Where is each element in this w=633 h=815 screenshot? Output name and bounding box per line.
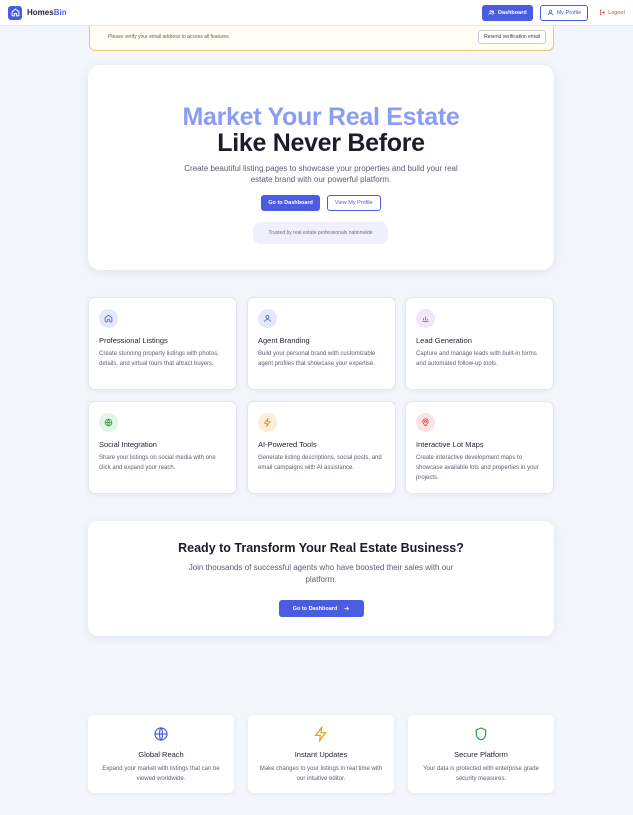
arrow-right-icon <box>344 606 350 611</box>
hero-section: Market Your Real Estate Like Never Befor… <box>88 65 554 270</box>
hero-title-line1: Market Your Real Estate <box>182 103 460 131</box>
feature-description: Build your personal brand with customiza… <box>258 351 376 367</box>
benefit-title: Secure Platform <box>454 750 508 759</box>
globe-icon <box>99 413 118 432</box>
logout-button[interactable]: Logout <box>595 9 625 16</box>
lightning-icon <box>258 413 277 432</box>
feature-card-agent-branding: Agent Branding Build your personal brand… <box>247 297 396 390</box>
brand-logo[interactable]: HomesBin <box>8 5 67 20</box>
cta-button-label: Go to Dashboard <box>292 605 338 612</box>
user-icon <box>547 9 553 16</box>
feature-description: Create interactive development maps to s… <box>416 455 539 481</box>
home-icon <box>99 309 118 328</box>
logout-icon <box>600 9 606 16</box>
globe-icon <box>154 727 168 741</box>
feature-title: Interactive Lot Maps <box>416 440 484 449</box>
dashboard-nav-button[interactable]: Dashboard <box>481 4 533 21</box>
lightning-icon <box>314 726 327 742</box>
my-profile-button[interactable]: My Profile <box>539 4 589 21</box>
feature-description: Share your listings on social media with… <box>99 455 216 471</box>
benefit-title: Global Reach <box>138 750 184 759</box>
feature-title: Lead Generation <box>416 336 472 345</box>
feature-card-lead-generation: Lead Generation Capture and manage leads… <box>405 297 554 390</box>
verification-message: Please verify your email address to acce… <box>108 34 230 40</box>
benefit-card-instant-updates: Instant Updates Make changes to your lis… <box>248 715 394 793</box>
feature-title: Social Integration <box>99 440 157 449</box>
benefit-description: Make changes to your listings in real ti… <box>259 766 383 782</box>
brand-name: HomesBin <box>27 8 67 17</box>
feature-description: Generate listing descriptions, social po… <box>258 455 382 471</box>
trust-badge: Trusted by real estate professionals nat… <box>253 222 388 244</box>
benefit-card-global-reach: Global Reach Expand your market with lis… <box>88 715 234 793</box>
bar-chart-icon <box>416 309 435 328</box>
benefit-description: Expand your market with listings that ca… <box>102 766 220 782</box>
map-pin-icon <box>416 413 435 432</box>
cta-go-to-dashboard-button[interactable]: Go to Dashboard <box>279 600 364 617</box>
feature-card-interactive-lot-maps: Interactive Lot Maps Create interactive … <box>405 401 554 494</box>
resend-verification-button[interactable]: Resend verification email <box>478 30 546 44</box>
benefit-description: Your data is protected with enterprise g… <box>423 766 539 782</box>
benefit-title: Instant Updates <box>294 750 348 759</box>
user-icon <box>258 309 277 328</box>
feature-title: Agent Branding <box>258 336 310 345</box>
cta-subtitle: Join thousands of successful agents who … <box>188 563 454 584</box>
benefit-card-secure-platform: Secure Platform Your data is protected w… <box>408 715 554 793</box>
hero-title-line2: Like Never Before <box>217 129 425 157</box>
people-icon <box>488 10 495 15</box>
top-navigation-bar: HomesBin Dashboard My Profile Logout <box>0 0 633 26</box>
shield-icon <box>475 727 487 741</box>
dashboard-nav-label: Dashboard <box>497 9 527 16</box>
feature-title: Professional Listings <box>99 336 168 345</box>
hero-go-to-dashboard-button[interactable]: Go to Dashboard <box>261 195 320 211</box>
email-verification-banner: Please verify your email address to acce… <box>89 24 554 51</box>
feature-card-social-integration: Social Integration Share your listings o… <box>88 401 237 494</box>
cta-section: Ready to Transform Your Real Estate Busi… <box>88 521 554 636</box>
cta-title: Ready to Transform Your Real Estate Busi… <box>178 541 464 555</box>
feature-card-ai-powered-tools: AI-Powered Tools Generate listing descri… <box>247 401 396 494</box>
feature-description: Create stunning property listings with p… <box>99 351 219 367</box>
hero-subtitle: Create beautiful listing pages to showca… <box>184 164 458 184</box>
hero-view-profile-button[interactable]: View My Profile <box>326 195 381 211</box>
feature-description: Capture and manage leads with built-in f… <box>416 351 537 367</box>
my-profile-label: My Profile <box>556 9 582 16</box>
home-logo-icon <box>8 5 22 20</box>
feature-card-professional-listings: Professional Listings Create stunning pr… <box>88 297 237 390</box>
feature-title: AI-Powered Tools <box>258 440 317 449</box>
logout-label: Logout <box>608 9 625 16</box>
